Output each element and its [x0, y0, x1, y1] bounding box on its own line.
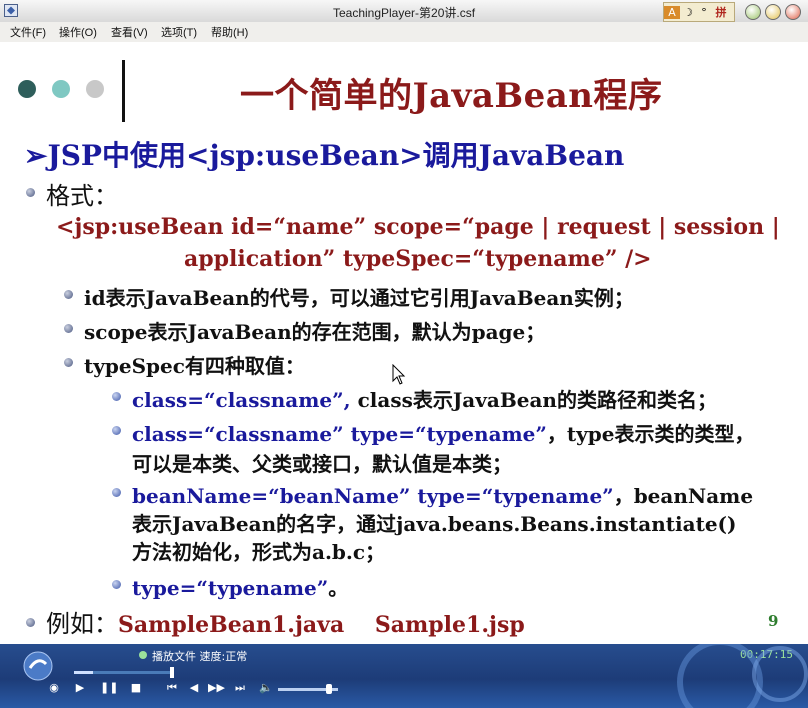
sub-item-type: type=“typename”。	[132, 576, 349, 600]
skip-end-button[interactable]: ⏭	[232, 680, 248, 696]
bullet-id: id表示JavaBean的代号，可以通过它引用JavaBean实例；	[84, 286, 634, 310]
player-logo-icon	[23, 651, 53, 681]
player-status: 播放文件 速度:正常	[152, 650, 248, 663]
bullet-scope: scope表示JavaBean的存在范围，默认为page；	[84, 320, 546, 344]
play-button[interactable]: ▶	[72, 680, 88, 696]
format-label: 格式：	[46, 182, 118, 210]
sub-item-class-type: class=“classname” type=“typename”，type表示…	[132, 422, 755, 446]
ime-toolbar[interactable]: A ☽ ° 拼	[663, 2, 735, 22]
volume-icon[interactable]: 🔈	[258, 680, 274, 696]
syntax-line-2: application” typeSpec=“typename” />	[184, 246, 652, 272]
progress-fill	[74, 671, 93, 674]
bullet-icon	[112, 392, 121, 401]
ime-moon-icon[interactable]: ☽	[680, 6, 696, 19]
bullet-icon	[112, 580, 121, 589]
sub-item-class: class=“classname”, class表示JavaBean的类路径和类…	[132, 388, 717, 412]
bullet-icon	[26, 618, 35, 627]
menu-round-button[interactable]: ◉	[46, 680, 62, 696]
volume-knob[interactable]	[326, 684, 332, 694]
menu-options[interactable]: 选项(T)	[161, 24, 197, 40]
bullet-icon	[26, 188, 35, 197]
sub-item-beanname-line2: 表示JavaBean的名字，通过java.beans.Beans.instant…	[132, 512, 737, 536]
example-line: 例如：SampleBean1.java Sample1.jsp	[46, 610, 525, 638]
menu-file[interactable]: 文件(F)	[10, 24, 46, 40]
decor-dot-dark	[18, 80, 36, 98]
page-number: 9	[768, 612, 779, 630]
rewind-button[interactable]: ◀	[186, 680, 202, 696]
menu-help[interactable]: 帮助(H)	[211, 24, 248, 40]
ime-pinyin-icon[interactable]: 拼	[712, 4, 730, 20]
bullet-icon	[64, 290, 73, 299]
menu-operate[interactable]: 操作(O)	[59, 24, 97, 40]
menu-bar: 文件(F) 操作(O) 查看(V) 选项(T) 帮助(H)	[0, 22, 808, 43]
title-divider	[122, 60, 125, 122]
sub-item-beanname-line3: 方法初始化，形式为a.b.c；	[132, 540, 386, 564]
sub-item-beanname: beanName=“beanName” type=“typename”，bean…	[132, 484, 754, 508]
player-bar: 播放文件 速度:正常 00:17:15 ◉ ▶ ❚❚ ■ ⏮ ◀ ▶▶ ⏭ 🔈	[0, 644, 808, 708]
minimize-button[interactable]	[745, 4, 761, 20]
decor-dot-gray	[86, 80, 104, 98]
slide-title: 一个简单的JavaBean程序	[240, 76, 663, 116]
play-status-icon	[139, 651, 147, 659]
sub-item-class-type-line2: 可以是本类、父类或接口，默认值是本类；	[132, 452, 512, 476]
menu-view[interactable]: 查看(V)	[111, 24, 148, 40]
syntax-line-1: <jsp:useBean id=“name” scope=“page | req…	[56, 214, 780, 240]
pause-button[interactable]: ❚❚	[100, 680, 118, 696]
player-decoration	[677, 644, 808, 708]
section-heading: ➢JSP中使用<jsp:useBean>调用JavaBean	[24, 139, 625, 172]
ime-mode-icon[interactable]: A	[664, 5, 680, 19]
bullet-icon	[112, 488, 121, 497]
maximize-button[interactable]	[765, 4, 781, 20]
bullet-icon	[64, 358, 73, 367]
close-button[interactable]	[785, 4, 801, 20]
decor-dot-teal	[52, 80, 70, 98]
slide: 一个简单的JavaBean程序 ➢JSP中使用<jsp:useBean>调用Ja…	[0, 42, 808, 644]
title-bar: TeachingPlayer-第20讲.csf A ☽ ° 拼	[0, 0, 808, 23]
bullet-icon	[64, 324, 73, 333]
bullet-typespec: typeSpec有四种取值：	[84, 354, 305, 378]
mouse-cursor-icon	[392, 364, 406, 385]
skip-start-button[interactable]: ⏮	[164, 680, 180, 696]
ime-punct-icon[interactable]: °	[696, 6, 712, 19]
bullet-icon	[112, 426, 121, 435]
fast-forward-button[interactable]: ▶▶	[208, 680, 225, 696]
progress-knob[interactable]	[170, 667, 174, 678]
stop-button[interactable]: ■	[128, 680, 144, 696]
